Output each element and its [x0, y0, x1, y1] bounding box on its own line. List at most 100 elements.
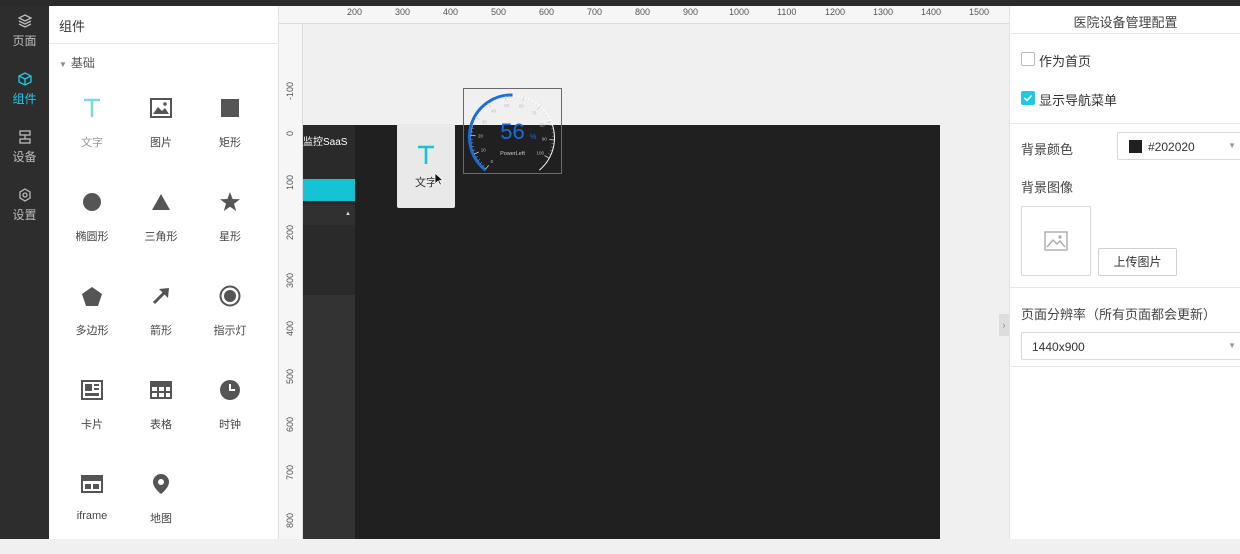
rail-item-devices[interactable]: 设备: [0, 122, 49, 172]
gauge-svg: 0102030405060708090100 56 % PowerLeft: [464, 89, 561, 173]
ruler-top: 200 300 400 500 600 700 800 900 1000 110…: [279, 6, 1009, 24]
component-label: 多边形: [76, 322, 109, 338]
nav-submenu: [303, 295, 355, 539]
nav-item[interactable]: ▲: [303, 205, 355, 225]
component-label: 时钟: [219, 416, 241, 432]
section-label: 基础: [71, 56, 95, 70]
component-indicator[interactable]: 指示灯: [195, 272, 265, 366]
component-rectangle[interactable]: 矩形: [195, 84, 265, 178]
gauge-tick: [472, 146, 474, 147]
gauge-tick: [483, 165, 485, 167]
nav-active-item[interactable]: [303, 179, 355, 201]
circle-icon: [82, 192, 102, 212]
check-icon: [1023, 93, 1033, 103]
config-title: 医院设备管理配置: [1010, 12, 1240, 31]
ruler-left: -100 0 100 200 300 400 500 600 700 800: [279, 24, 303, 539]
resolution-select[interactable]: 1440x900 ▼: [1021, 332, 1240, 360]
section-header-basic[interactable]: ▼ 基础: [59, 54, 95, 71]
gear-icon: [18, 188, 32, 202]
bg-image-preview[interactable]: [1021, 206, 1091, 276]
component-arrow[interactable]: 箭形: [126, 272, 196, 366]
ruler-tick: 400: [443, 7, 458, 17]
page-nav-sidebar[interactable]: 监控SaaS ▲: [303, 125, 355, 539]
component-star[interactable]: 星形: [195, 178, 265, 272]
component-label: 指示灯: [214, 322, 247, 338]
ruler-tick: 200: [285, 225, 295, 240]
component-triangle[interactable]: 三角形: [126, 178, 196, 272]
ruler-tick: 300: [285, 273, 295, 288]
gauge-tick: [488, 103, 491, 107]
rectangle-icon: [221, 99, 239, 117]
divider: [49, 43, 279, 44]
arrow-icon: [151, 286, 171, 306]
gauge-tick: [537, 106, 540, 110]
upload-image-button[interactable]: 上传图片: [1098, 248, 1177, 276]
show-nav-checkbox[interactable]: [1021, 91, 1035, 105]
page-brand: 监控SaaS: [303, 133, 347, 148]
bg-image-label: 背景图像: [1021, 177, 1073, 196]
ruler-tick: 800: [285, 513, 295, 528]
show-nav-label: 显示导航菜单: [1039, 90, 1117, 109]
component-text[interactable]: 文字: [57, 84, 127, 178]
gauge-tick-label: 30: [482, 119, 488, 124]
component-label: 矩形: [219, 134, 241, 150]
star-icon: [219, 191, 241, 213]
component-label: 箭形: [150, 322, 172, 338]
ruler-tick: 600: [285, 417, 295, 432]
component-label: 文字: [81, 134, 103, 150]
rail-item-pages[interactable]: 页面: [0, 6, 49, 56]
gauge-tick: [545, 156, 549, 159]
home-page-checkbox[interactable]: [1021, 52, 1035, 66]
component-map[interactable]: 地图: [126, 460, 196, 554]
rail-item-label: 组件: [12, 90, 36, 107]
bg-color-picker[interactable]: #202020 ▼: [1117, 132, 1240, 160]
cube-icon: [18, 72, 32, 86]
indicator-icon: [219, 285, 241, 307]
component-iframe[interactable]: iframe: [57, 460, 127, 554]
ruler-tick: 1000: [729, 7, 749, 17]
editor-canvas: 200 300 400 500 600 700 800 900 1000 110…: [279, 6, 1009, 539]
ruler-tick: 1500: [969, 7, 989, 17]
workspace[interactable]: 监控SaaS ▲ 0102030405060708090100 56 % Pow…: [303, 24, 1009, 539]
component-image[interactable]: 图片: [126, 84, 196, 178]
chevron-down-icon: ▼: [1228, 141, 1236, 150]
gauge-tick: [476, 156, 478, 157]
page-config-panel: 医院设备管理配置 作为首页 显示导航菜单 背景颜色 #202020 ▼ 背景图像…: [1009, 6, 1240, 539]
component-clock[interactable]: 时钟: [195, 366, 265, 460]
caret-up-icon: ▲: [345, 211, 351, 217]
gauge-widget[interactable]: 0102030405060708090100 56 % PowerLeft: [463, 88, 562, 174]
gauge-tick-label: 80: [540, 123, 546, 128]
gauge-tick-label: 100: [536, 151, 544, 156]
dragging-component[interactable]: 文字: [397, 124, 455, 208]
ruler-tick: 500: [491, 7, 506, 17]
rail-item-settings[interactable]: 设置: [0, 180, 49, 230]
gauge-tick-label: 60: [519, 104, 525, 109]
component-label: iframe: [77, 510, 108, 522]
ruler-tick: 1400: [921, 7, 941, 17]
collapse-right-handle[interactable]: ›: [999, 314, 1009, 336]
component-polygon[interactable]: 多边形: [57, 272, 127, 366]
clock-icon: [219, 379, 241, 401]
divider: [1010, 33, 1240, 34]
image-icon: [150, 98, 172, 118]
gauge-tick: [478, 159, 480, 160]
rail-item-components[interactable]: 组件: [0, 64, 49, 114]
component-card[interactable]: 卡片: [57, 366, 127, 460]
rail-item-label: 页面: [12, 32, 36, 49]
rail-item-label: 设置: [12, 206, 36, 223]
gauge-tick-label: 50: [504, 103, 510, 108]
gauge-tick: [480, 162, 482, 164]
ruler-tick: 400: [285, 321, 295, 336]
ruler-tick: 600: [539, 7, 554, 17]
iframe-icon: [81, 475, 103, 493]
component-table[interactable]: 表格: [126, 366, 196, 460]
gauge-tick: [475, 117, 479, 119]
chevron-down-icon: ▼: [1228, 341, 1236, 350]
gauge-tick: [550, 150, 552, 151]
component-ellipse[interactable]: 椭圆形: [57, 178, 127, 272]
gauge-tick-label: 10: [481, 148, 487, 153]
caret-down-icon: ▼: [59, 60, 67, 69]
components-panel: 组件 ▼基础 文字 图片 矩形 椭圆形 三角形 星形: [49, 6, 279, 539]
ruler-tick: 800: [635, 7, 650, 17]
component-label: 图片: [150, 134, 172, 150]
